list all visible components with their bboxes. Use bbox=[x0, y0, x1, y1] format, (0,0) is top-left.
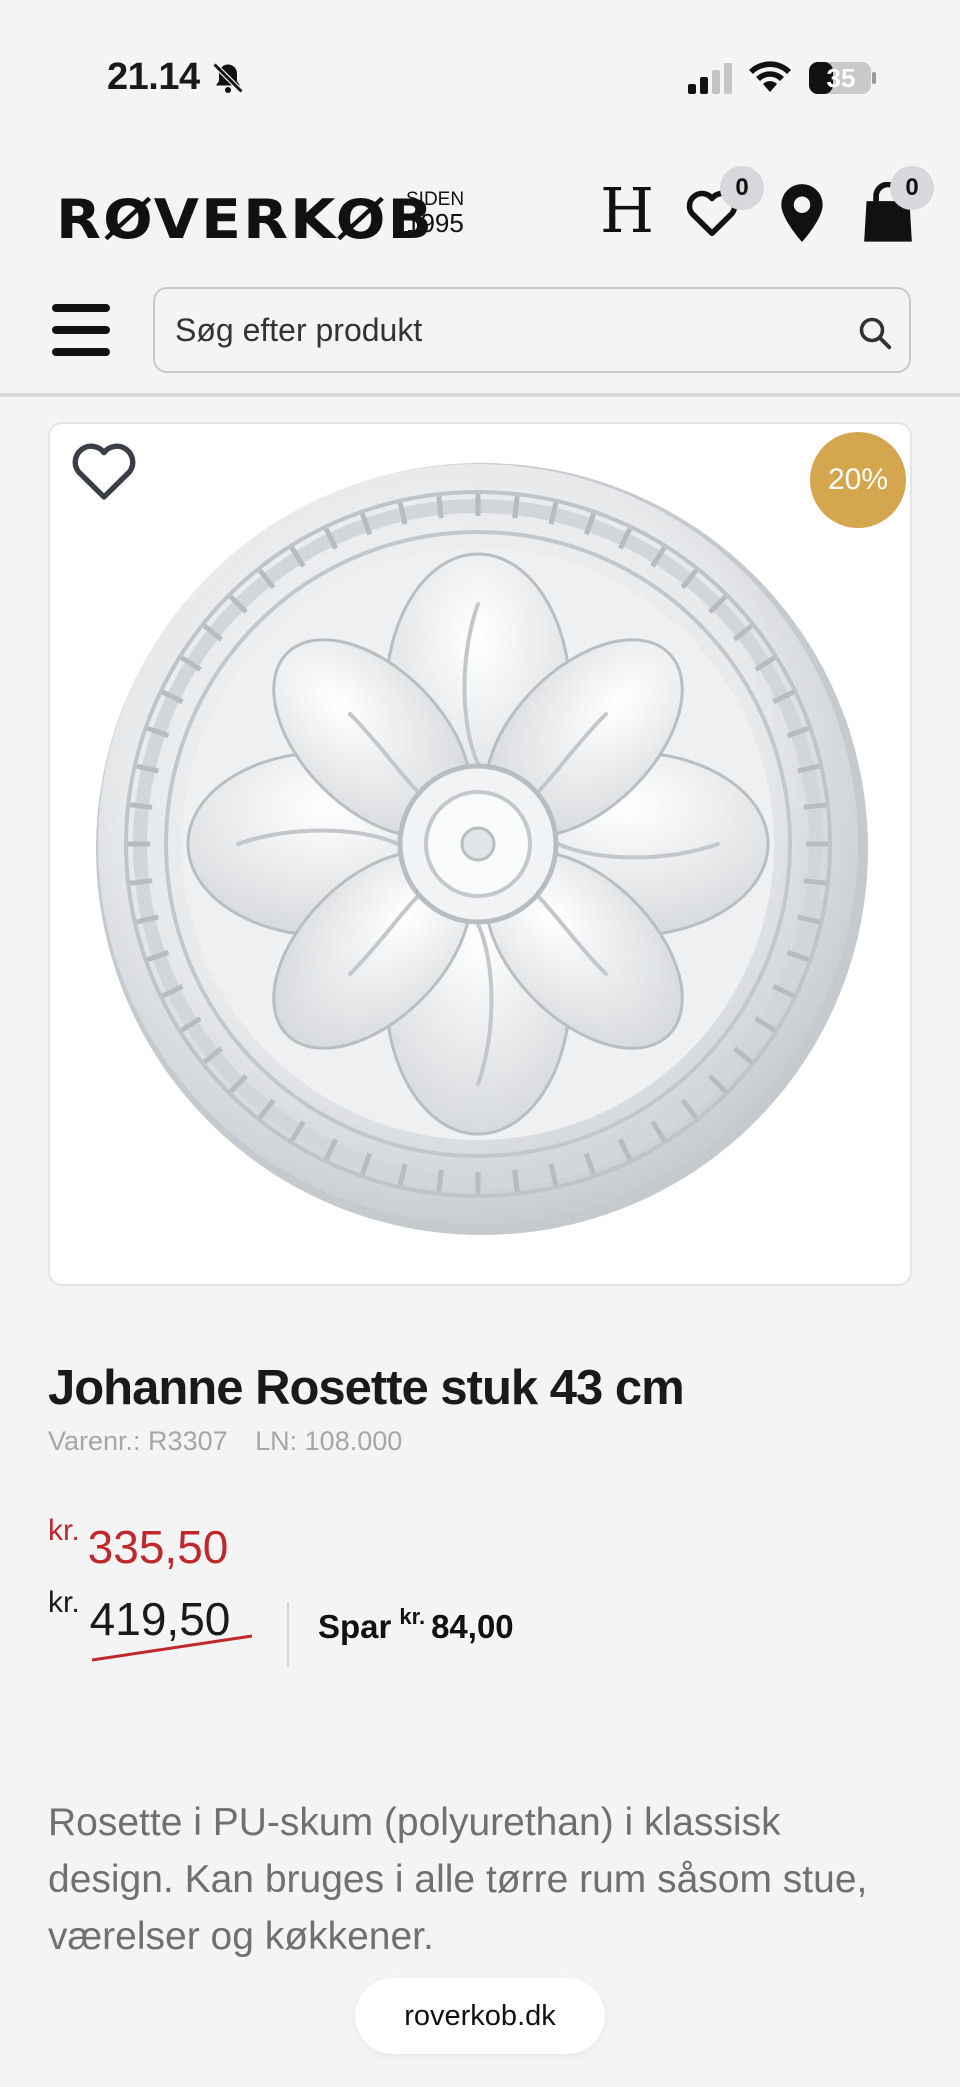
browser-url-bar[interactable]: roverkob.dk bbox=[355, 1978, 605, 2054]
rim-bead bbox=[436, 495, 444, 519]
location-pin-icon[interactable] bbox=[776, 182, 828, 244]
bell-slash-icon bbox=[212, 62, 244, 94]
status-bar: 21.14 35 bbox=[0, 0, 960, 150]
site-logo[interactable]: RØVERKØB bbox=[56, 184, 432, 254]
logo-text: RØVERKØB bbox=[56, 187, 435, 251]
savings-amount: 84,00 bbox=[431, 1608, 514, 1645]
current-price-amount: 335,50 bbox=[87, 1521, 229, 1573]
header-divider bbox=[0, 393, 960, 397]
product-title: Johanne Rosette stuk 43 cm bbox=[48, 1361, 685, 1415]
price-separator bbox=[287, 1602, 289, 1666]
logo-since-label: SIDEN bbox=[406, 189, 465, 210]
savings-label: Spar bbox=[318, 1608, 392, 1645]
savings: Spar kr. 84,00 bbox=[318, 1604, 514, 1646]
rim-bead bbox=[129, 802, 153, 810]
savings-currency: kr. bbox=[399, 1604, 426, 1629]
rim-bead bbox=[803, 802, 827, 810]
rim-bead bbox=[129, 878, 153, 886]
battery-level: 35 bbox=[826, 63, 856, 93]
logo-since: SIDEN 1995 bbox=[406, 189, 486, 238]
logo-year: 1995 bbox=[406, 208, 464, 238]
search-input[interactable] bbox=[175, 303, 815, 357]
discount-badge: 20% bbox=[810, 432, 906, 528]
hamburger-menu-icon[interactable] bbox=[50, 302, 112, 358]
wifi-icon bbox=[749, 61, 791, 92]
rim-bead bbox=[803, 878, 827, 886]
current-price-currency: kr. bbox=[48, 1514, 80, 1547]
rim-bead bbox=[512, 1169, 520, 1193]
product-meta: Varenr.: R3307 LN: 108.000 bbox=[48, 1426, 402, 1457]
rim-bead bbox=[436, 1169, 444, 1193]
price-strikethrough bbox=[91, 1634, 253, 1662]
rosette-illustration bbox=[96, 463, 868, 1235]
product-description: Rosette i PU-skum (polyurethan) i klassi… bbox=[48, 1801, 868, 1958]
search-icon[interactable] bbox=[857, 315, 893, 351]
search-box[interactable] bbox=[153, 287, 911, 373]
add-to-wishlist-heart-icon[interactable] bbox=[68, 436, 140, 504]
product-image bbox=[96, 463, 868, 1235]
site-header: RØVERKØB SIDEN 1995 H 0 0 bbox=[0, 160, 960, 270]
rim-bead bbox=[512, 495, 520, 519]
wishlist-count-badge: 0 bbox=[720, 166, 764, 210]
signal-icon bbox=[688, 63, 732, 94]
brand-h-logo[interactable]: H bbox=[600, 174, 654, 247]
sku-number: Varenr.: R3307 bbox=[48, 1426, 228, 1456]
ln-number: LN: 108.000 bbox=[255, 1426, 403, 1456]
product-image-card[interactable]: 20% bbox=[48, 422, 912, 1286]
cart-count-badge: 0 bbox=[890, 166, 934, 210]
original-price-currency: kr. bbox=[48, 1586, 80, 1619]
status-time: 21.14 bbox=[107, 56, 200, 98]
current-price: kr. 335,50 bbox=[48, 1514, 229, 1574]
